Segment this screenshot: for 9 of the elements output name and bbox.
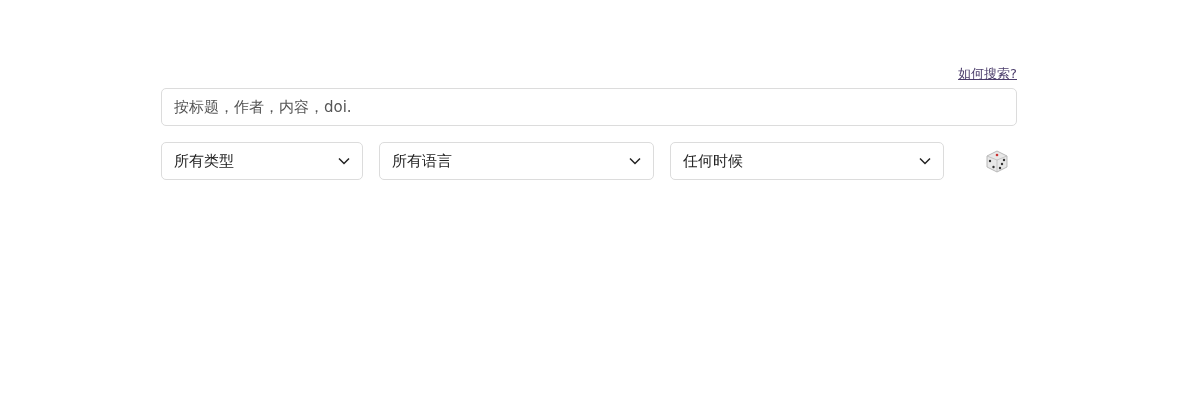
chevron-down-icon: [629, 157, 641, 165]
filter-dropdown[interactable]: 所有语言: [379, 142, 654, 180]
dice-icon[interactable]: [984, 148, 1010, 174]
chevron-down-icon: [919, 157, 931, 165]
filter-dropdown[interactable]: 任何时候: [670, 142, 944, 180]
help-link[interactable]: 如何搜索?: [958, 65, 1017, 83]
filter-dropdown[interactable]: 所有类型: [161, 142, 363, 180]
search-field[interactable]: 按标题，作者，内容，doi.: [161, 88, 1017, 126]
chevron-down-icon: [338, 157, 350, 165]
